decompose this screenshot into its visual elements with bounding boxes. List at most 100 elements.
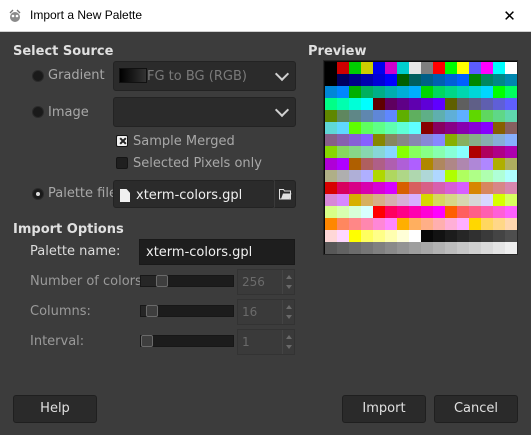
folder-open-icon xyxy=(279,189,292,200)
decrement-icon[interactable] xyxy=(286,315,292,319)
palette-swatch xyxy=(493,122,505,134)
palette-swatch xyxy=(361,158,373,170)
palette-swatch xyxy=(337,170,349,182)
palette-swatch xyxy=(421,158,433,170)
palette-swatch xyxy=(421,146,433,158)
palette-swatch xyxy=(457,134,469,146)
palette-swatch xyxy=(409,242,421,254)
open-file-button[interactable] xyxy=(274,180,296,208)
palette-swatch xyxy=(373,230,385,242)
palette-swatch xyxy=(385,242,397,254)
slider-thumb[interactable] xyxy=(146,305,158,317)
palette-swatch xyxy=(337,230,349,242)
palette-swatch xyxy=(481,122,493,134)
columns-label: Columns: xyxy=(30,304,91,319)
slider-thumb[interactable] xyxy=(141,335,153,347)
palette-swatch xyxy=(457,218,469,230)
import-button[interactable]: Import xyxy=(342,395,426,423)
palette-swatch xyxy=(349,86,361,98)
import-options-heading: Import Options xyxy=(13,222,124,237)
columns-slider[interactable] xyxy=(140,305,234,317)
palette-swatch xyxy=(493,158,505,170)
palette-swatch xyxy=(409,182,421,194)
palette-swatch xyxy=(385,158,397,170)
palette-swatch xyxy=(337,146,349,158)
image-radio[interactable] xyxy=(32,106,44,118)
palette-swatch xyxy=(481,110,493,122)
palette-swatch xyxy=(505,218,517,230)
palette-swatch xyxy=(409,134,421,146)
palette-swatch xyxy=(409,230,421,242)
palette-swatch xyxy=(421,74,433,86)
palette-swatch xyxy=(325,206,337,218)
palette-swatch xyxy=(349,134,361,146)
palette-swatch xyxy=(457,230,469,242)
number-of-colors-spinner[interactable]: 256 xyxy=(237,269,295,295)
palette-swatch xyxy=(469,122,481,134)
gradient-radio[interactable] xyxy=(32,70,44,82)
palette-name-input[interactable]: xterm-colors.gpl xyxy=(139,239,295,265)
palette-swatch xyxy=(361,194,373,206)
palette-swatch xyxy=(445,158,457,170)
gradient-select[interactable]: FG to BG (RGB) xyxy=(113,61,296,91)
columns-spinner[interactable]: 16 xyxy=(237,299,295,325)
help-button[interactable]: Help xyxy=(13,395,97,423)
close-button[interactable]: ✕ xyxy=(488,0,531,32)
increment-icon[interactable] xyxy=(286,275,292,279)
palette-file-chooser[interactable]: xterm-colors.gpl xyxy=(113,180,275,208)
palette-swatch xyxy=(337,110,349,122)
palette-swatch xyxy=(349,62,361,74)
palette-swatch xyxy=(457,158,469,170)
palette-swatch xyxy=(481,134,493,146)
palette-swatch xyxy=(349,158,361,170)
palette-swatch xyxy=(433,146,445,158)
palette-swatch xyxy=(421,122,433,134)
interval-slider[interactable] xyxy=(140,335,234,347)
palette-swatch xyxy=(505,158,517,170)
palette-file-value: xterm-colors.gpl xyxy=(136,188,243,203)
increment-icon[interactable] xyxy=(286,305,292,309)
palette-file-radio[interactable] xyxy=(32,188,44,200)
palette-swatch xyxy=(457,242,469,254)
palette-swatch xyxy=(349,122,361,134)
palette-swatch xyxy=(445,86,457,98)
palette-swatch xyxy=(409,62,421,74)
palette-swatch xyxy=(361,170,373,182)
palette-swatch xyxy=(433,194,445,206)
chevron-down-icon xyxy=(274,102,290,118)
number-of-colors-slider[interactable] xyxy=(140,275,234,287)
palette-swatch xyxy=(385,230,397,242)
sample-merged-checkbox[interactable] xyxy=(116,135,128,147)
palette-swatch xyxy=(457,86,469,98)
image-select[interactable] xyxy=(113,97,296,127)
palette-swatch xyxy=(481,146,493,158)
decrement-icon[interactable] xyxy=(286,345,292,349)
palette-swatch xyxy=(445,62,457,74)
palette-swatch xyxy=(373,110,385,122)
palette-swatch xyxy=(397,110,409,122)
palette-swatch xyxy=(385,86,397,98)
slider-thumb[interactable] xyxy=(156,275,168,287)
palette-swatch xyxy=(325,182,337,194)
palette-swatch xyxy=(421,182,433,194)
decrement-icon[interactable] xyxy=(286,285,292,289)
palette-swatch xyxy=(325,146,337,158)
palette-swatch xyxy=(469,194,481,206)
interval-spinner[interactable]: 1 xyxy=(237,329,295,355)
palette-swatch xyxy=(469,62,481,74)
palette-swatch xyxy=(421,206,433,218)
palette-swatch xyxy=(397,158,409,170)
palette-swatch xyxy=(445,170,457,182)
palette-swatch xyxy=(397,122,409,134)
palette-swatch xyxy=(325,62,337,74)
increment-icon[interactable] xyxy=(286,335,292,339)
selected-pixels-checkbox[interactable] xyxy=(116,157,128,169)
palette-swatch xyxy=(325,122,337,134)
palette-swatch xyxy=(385,206,397,218)
palette-swatch xyxy=(481,86,493,98)
cancel-button[interactable]: Cancel xyxy=(434,395,518,423)
palette-swatch xyxy=(397,218,409,230)
palette-swatch xyxy=(397,134,409,146)
palette-swatch xyxy=(397,86,409,98)
palette-swatch xyxy=(337,206,349,218)
